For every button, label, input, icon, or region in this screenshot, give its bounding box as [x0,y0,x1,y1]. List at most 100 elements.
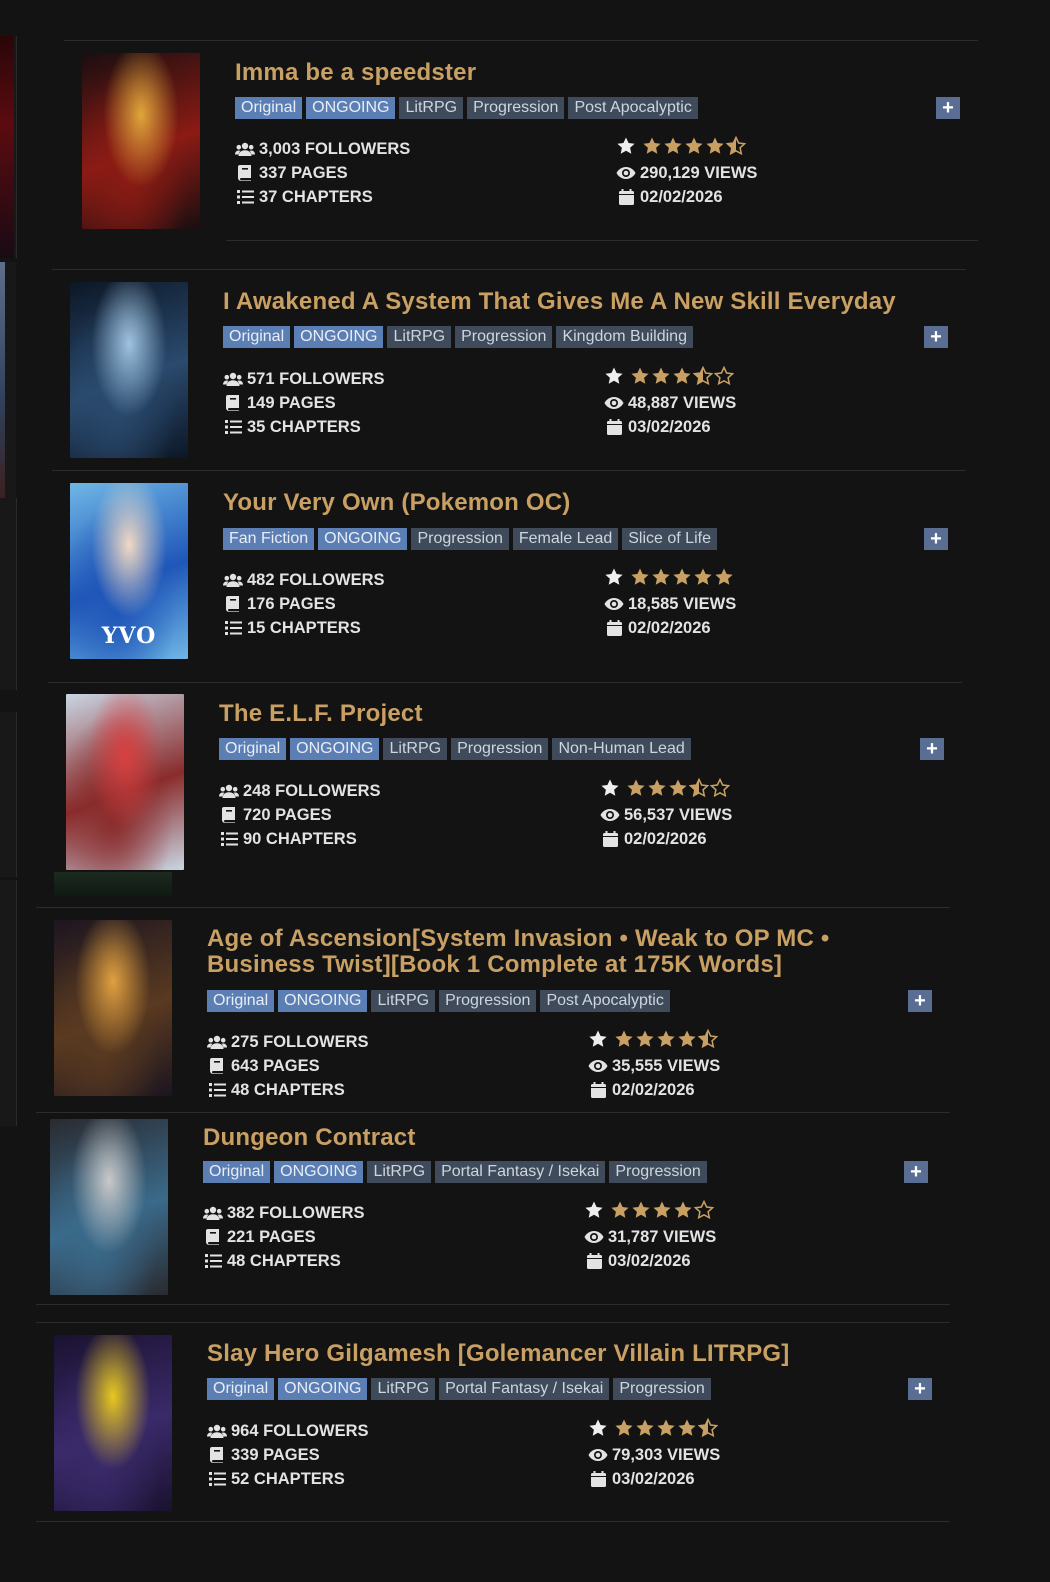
tag[interactable]: LitRPG [367,1161,432,1183]
followers-count: 482 FOLLOWERS [247,571,385,589]
add-to-list-button[interactable]: + [936,97,960,119]
cover-image[interactable] [54,1335,172,1511]
rating-star-icon [688,777,710,805]
overall-star-icon [604,567,624,594]
overall-star-icon [584,1200,604,1227]
views-stat: 56,537 VIEWS [600,803,732,827]
rating-stars [584,1199,716,1227]
tag[interactable]: Progression [609,1161,707,1183]
update-date: 03/02/2026 [628,418,711,436]
chapters-count: 37 CHAPTERS [259,188,373,206]
eye-icon [588,1448,608,1462]
tag[interactable]: Original [203,1161,271,1183]
tag[interactable]: LitRPG [371,1378,436,1400]
add-to-list-button[interactable]: + [920,738,944,760]
fiction-title[interactable]: The E.L.F. Project [219,701,919,727]
cover-image[interactable] [66,694,184,870]
rating-star-icon [647,778,667,805]
chapters-count: 48 CHAPTERS [227,1252,341,1270]
rating-stars [604,568,736,592]
tag[interactable]: Original [235,97,303,119]
tag[interactable]: Progression [439,990,537,1012]
tag[interactable]: ONGOING [278,1378,368,1400]
fiction-title[interactable]: I Awakened A System That Gives Me A New … [223,289,923,315]
add-to-list-button[interactable]: + [924,528,948,550]
tag[interactable]: Post Apocalyptic [568,97,698,119]
add-to-list-button[interactable]: + [908,1378,932,1400]
tag[interactable]: LitRPG [383,738,448,760]
cover-image[interactable]: YVO [70,483,188,659]
fiction-title[interactable]: Slay Hero Gilgamesh [Golemancer Villain … [207,1341,907,1367]
followers-stat: 482 FOLLOWERS [223,568,385,592]
book-icon [235,165,255,181]
tag[interactable]: LitRPG [371,990,436,1012]
tag[interactable]: Slice of Life [622,528,717,550]
rating-star-icon [713,365,735,393]
followers-stat: 382 FOLLOWERS [203,1201,365,1225]
tag[interactable]: ONGOING [290,738,380,760]
tag[interactable]: Original [207,1378,275,1400]
tag[interactable]: Original [223,326,291,348]
stats-left: 248 FOLLOWERS 720 PAGES 90 CHAPTERS [219,779,381,851]
tag[interactable]: Original [207,990,275,1012]
add-to-list-button[interactable]: + [924,326,948,348]
tag[interactable]: Post Apocalyptic [540,990,670,1012]
chapters-count: 15 CHAPTERS [247,619,361,637]
tag[interactable]: Progression [467,97,565,119]
add-to-list-button[interactable]: + [908,990,932,1012]
tag[interactable]: Progression [411,528,509,550]
row-divider [52,269,966,270]
rating-star-icon [651,567,671,594]
stats-right: 35,555 VIEWS 02/02/2026 [588,1028,720,1102]
rating-stars [604,365,736,393]
tag[interactable]: Female Lead [512,528,619,550]
followers-count: 964 FOLLOWERS [231,1422,369,1440]
rating-star-icon [677,1418,697,1445]
tag[interactable]: Kingdom Building [556,326,693,348]
stats-left: 275 FOLLOWERS 643 PAGES 48 CHAPTERS [207,1030,369,1102]
views-stat: 290,129 VIEWS [616,161,757,185]
tag[interactable]: Portal Fantasy / Isekai [439,1378,610,1400]
pages-count: 221 PAGES [227,1228,316,1246]
rating-star-icon [656,1029,676,1056]
fiction-title[interactable]: Imma be a speedster [235,60,935,86]
tag[interactable]: Progression [451,738,549,760]
add-to-list-button[interactable]: + [904,1161,928,1183]
tag[interactable]: Original [219,738,287,760]
views-count: 31,787 VIEWS [608,1228,717,1246]
rating-star-icon [656,1418,676,1445]
rating-star-icon [725,135,747,163]
tag[interactable]: ONGOING [278,990,368,1012]
fiction-title[interactable]: Age of Ascension[System Invasion • Weak … [207,926,937,978]
pages-stat: 221 PAGES [203,1225,365,1249]
eye-icon [588,1059,608,1073]
tag[interactable]: LitRPG [387,326,452,348]
eye-icon [584,1230,604,1244]
followers-count: 3,003 FOLLOWERS [259,140,411,158]
fiction-title[interactable]: Your Very Own (Pokemon OC) [223,490,923,516]
tag[interactable]: ONGOING [274,1161,364,1183]
book-icon [207,1447,227,1463]
cover-image[interactable] [82,53,200,229]
date-stat: 02/02/2026 [604,616,736,640]
fiction-title[interactable]: Dungeon Contract [203,1125,903,1151]
rating-star-icon [630,366,650,393]
rating-star-icon [692,365,714,393]
chapters-stat: 15 CHAPTERS [223,616,385,640]
tag[interactable]: ONGOING [294,326,384,348]
tag[interactable]: Non-Human Lead [552,738,691,760]
tag[interactable]: ONGOING [306,97,396,119]
tag[interactable]: Progression [613,1378,711,1400]
tag[interactable]: Fan Fiction [223,528,315,550]
eye-icon [600,808,620,822]
pages-count: 149 PAGES [247,394,336,412]
users-icon [207,1035,227,1050]
cover-image[interactable] [50,1119,168,1295]
tag[interactable]: Portal Fantasy / Isekai [435,1161,606,1183]
tag[interactable]: LitRPG [399,97,464,119]
update-date: 03/02/2026 [608,1252,691,1270]
cover-image[interactable] [54,920,172,1096]
cover-image[interactable] [70,282,188,458]
tag[interactable]: ONGOING [318,528,408,550]
tag[interactable]: Progression [455,326,553,348]
